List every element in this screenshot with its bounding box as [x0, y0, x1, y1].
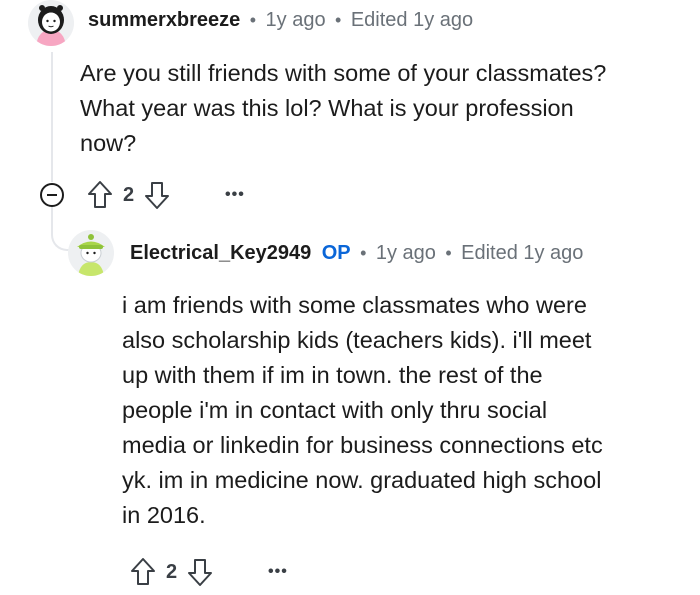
comment2-header: Electrical_Key2949 OP • 1y ago • Edited … — [130, 242, 583, 265]
op-badge: OP — [321, 242, 351, 264]
upvote-arrow-icon[interactable] — [87, 180, 113, 210]
meta-separator: • — [360, 243, 367, 263]
collapse-minus-icon[interactable] — [40, 183, 64, 207]
body-line: also scholarship kids (teachers kids). i… — [122, 327, 592, 353]
downvote-arrow-icon[interactable] — [187, 557, 213, 587]
body-line: What year was this lol? What is your pro… — [80, 95, 574, 121]
comment2-body: i am friends with some classmates who we… — [122, 288, 603, 533]
more-options-icon[interactable]: ••• — [268, 563, 288, 581]
more-options-icon[interactable]: ••• — [225, 186, 245, 204]
body-line: Are you still friends with some of your … — [80, 60, 607, 86]
upvote-arrow-icon[interactable] — [130, 557, 156, 587]
body-line: now? — [80, 130, 137, 156]
timestamp[interactable]: 1y ago — [376, 242, 436, 264]
vote-count: 2 — [166, 560, 178, 583]
downvote-arrow-icon[interactable] — [144, 180, 170, 210]
avatar-electrical-key[interactable] — [68, 230, 114, 276]
comment1-body: Are you still friends with some of your … — [80, 56, 606, 161]
vote-bar: 2 — [87, 180, 170, 210]
meta-separator: • — [249, 10, 257, 30]
body-line: people i'm in contact with only thru soc… — [122, 397, 548, 423]
body-line: in 2016. — [122, 502, 206, 528]
edited-label: Edited 1y ago — [350, 9, 474, 31]
timestamp[interactable]: 1y ago — [266, 9, 326, 31]
username-link[interactable]: summerxbreeze — [88, 9, 240, 31]
vote-bar: 2 — [130, 557, 213, 587]
meta-separator: • — [445, 243, 452, 263]
body-line: yk. im in medicine now. graduated high s… — [122, 467, 602, 493]
avatar-girl-icon — [28, 0, 74, 46]
body-line: media or linkedin for business connectio… — [122, 432, 603, 458]
thread-line — [51, 52, 53, 182]
avatar-summerxbreeze[interactable] — [28, 0, 74, 46]
comment1-header: summerxbreeze • 1y ago • Edited 1y ago — [88, 9, 473, 32]
body-line: i am friends with some classmates who we… — [122, 292, 587, 318]
meta-separator: • — [335, 10, 342, 30]
vote-count: 2 — [123, 183, 135, 206]
username-link[interactable]: Electrical_Key2949 — [130, 242, 311, 264]
edited-label: Edited 1y ago — [461, 242, 584, 264]
avatar-green-hat-icon — [68, 230, 114, 276]
body-line: up with them if im in town. the rest of … — [122, 362, 543, 388]
